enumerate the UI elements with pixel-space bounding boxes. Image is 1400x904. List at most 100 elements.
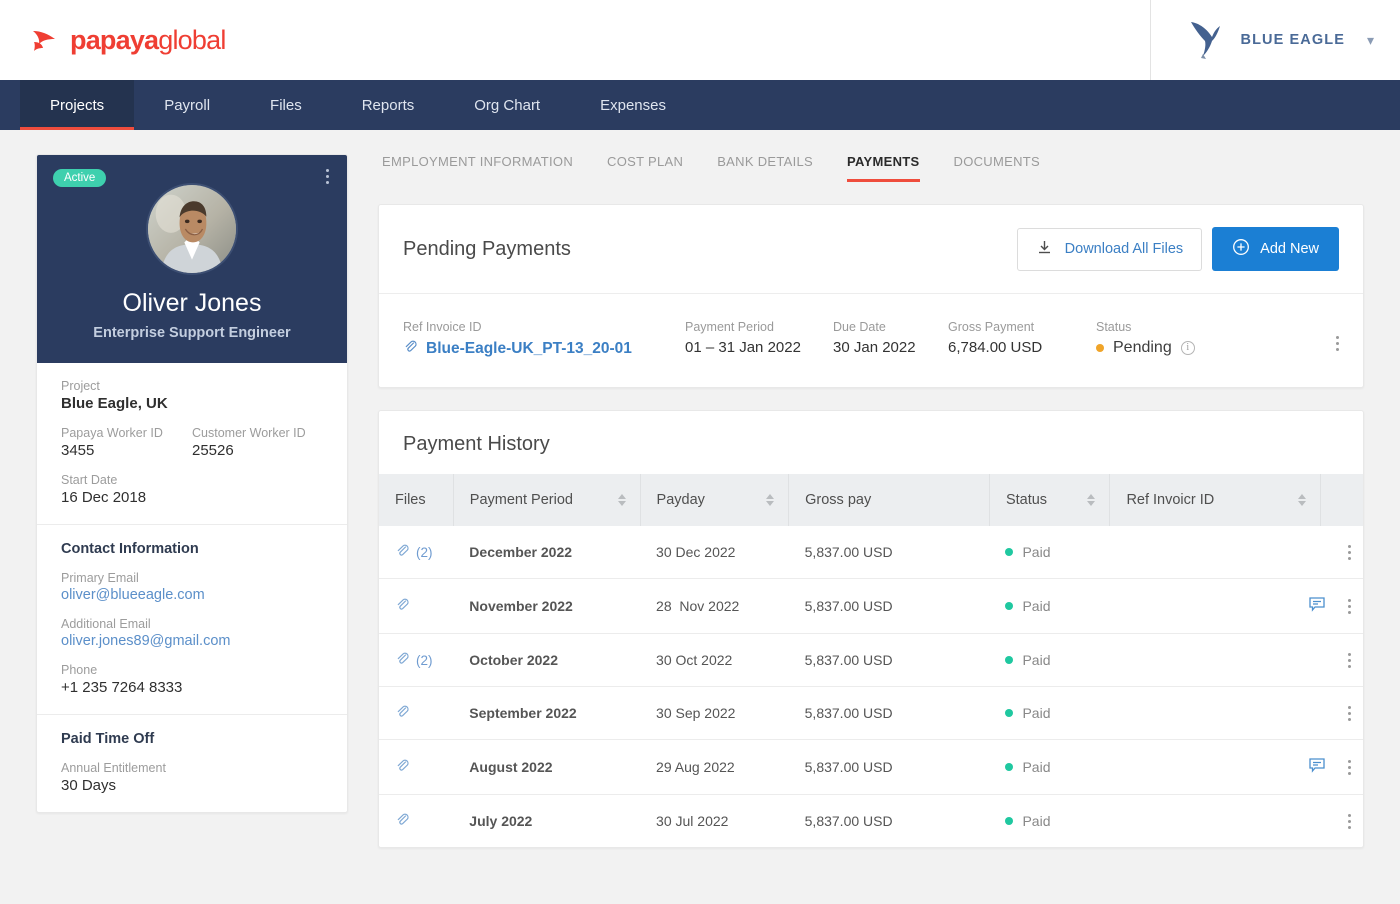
cell-status: Paid xyxy=(989,526,1110,579)
org-name: BLUE EAGLE xyxy=(1240,32,1345,48)
column-header-files-label: Files xyxy=(395,492,426,508)
cell-status: Paid xyxy=(989,795,1109,848)
comment-icon[interactable] xyxy=(1308,596,1326,616)
status-label: Paid xyxy=(1022,598,1051,614)
tab-employment-information[interactable]: EMPLOYMENT INFORMATION xyxy=(382,154,573,182)
main-content: EMPLOYMENT INFORMATION COST PLAN BANK DE… xyxy=(378,154,1364,848)
sort-icon-payday[interactable] xyxy=(766,494,775,506)
start-date-label: Start Date xyxy=(61,473,118,487)
cell-ref-invoice-id xyxy=(1109,526,1321,579)
tab-cost-plan[interactable]: COST PLAN xyxy=(607,154,683,182)
paperclip-icon[interactable] xyxy=(395,651,410,669)
nav-item-expenses[interactable]: Expenses xyxy=(570,80,696,130)
paperclip-icon[interactable] xyxy=(395,812,410,830)
employment-summary: Project Blue Eagle, UK Papaya Worker ID … xyxy=(37,363,347,525)
table-row[interactable]: August 2022 29 Aug 2022 5,837.00 USD Paid xyxy=(379,739,1363,795)
row-more-menu-icon[interactable] xyxy=(1348,652,1351,668)
sort-icon-payment-period[interactable] xyxy=(617,494,626,506)
cell-gross-pay: 5,837.00 USD xyxy=(788,633,990,687)
table-row[interactable]: July 2022 30 Jul 2022 5,837.00 USD Paid xyxy=(379,795,1363,848)
cell-payment-period: October 2022 xyxy=(453,633,641,687)
cell-gross-pay: 5,837.00 USD xyxy=(788,686,990,740)
table-row[interactable]: (2) December 2022 30 Dec 2022 5,837.00 USD P… xyxy=(379,526,1363,579)
paperclip-icon[interactable] xyxy=(395,758,410,776)
cell-files[interactable] xyxy=(379,739,454,795)
cell-files[interactable] xyxy=(379,686,454,740)
table-row[interactable]: September 2022 30 Sep 2022 5,837.00 USD Pai… xyxy=(379,686,1363,740)
annual-entitlement-value: 30 Days xyxy=(61,777,117,794)
cell-ref-invoice-id xyxy=(1109,686,1321,740)
cell-files[interactable] xyxy=(379,795,453,848)
cell-status: Paid xyxy=(989,686,1110,740)
status-dot-paid-icon xyxy=(1005,602,1014,610)
column-header-status[interactable]: Status xyxy=(989,474,1111,526)
paid-time-off-heading: Paid Time Off xyxy=(61,731,155,747)
chevron-down-icon[interactable]: ▾ xyxy=(1367,32,1374,49)
row-more-menu-icon[interactable] xyxy=(1348,544,1351,560)
primary-email-value[interactable]: oliver@blueeagle.com xyxy=(61,587,323,603)
pending-gross-payment-value: 6,784.00 USD xyxy=(948,339,1043,356)
nav-item-projects[interactable]: Projects xyxy=(20,80,135,130)
info-icon[interactable]: i xyxy=(1180,341,1195,355)
table-row[interactable]: November 2022 28 Nov 2022 5,837.00 USD Paid xyxy=(379,578,1363,634)
paperclip-icon[interactable] xyxy=(395,704,410,722)
nav-item-payroll[interactable]: Payroll xyxy=(134,80,240,130)
additional-email-value[interactable]: oliver.jones89@gmail.com xyxy=(61,633,323,649)
pending-ref-invoice-link[interactable]: Blue-Eagle-UK_PT-13_20-01 xyxy=(403,339,685,359)
tab-payments[interactable]: PAYMENTS xyxy=(847,154,920,182)
nav-item-files[interactable]: Files xyxy=(240,80,332,130)
status-label: Paid xyxy=(1022,652,1051,668)
column-header-gross-pay[interactable]: Gross pay xyxy=(788,474,990,526)
row-more-menu-icon[interactable] xyxy=(1348,705,1351,721)
nav-item-reports[interactable]: Reports xyxy=(332,80,445,130)
download-all-files-button[interactable]: Download All Files xyxy=(1016,227,1203,271)
pending-due-date-field: Due Date 30 Jan 2022 xyxy=(833,320,948,356)
cell-files[interactable]: (2) xyxy=(379,526,454,579)
table-row[interactable]: (2) October 2022 30 Oct 2022 5,837.00 USD Pa… xyxy=(379,633,1363,687)
brand-logo[interactable]: papayaglobal xyxy=(0,25,226,56)
pending-row-more-menu-icon[interactable] xyxy=(1336,320,1339,351)
cell-actions xyxy=(1321,795,1363,848)
column-header-files[interactable]: Files xyxy=(379,474,454,526)
org-switcher[interactable]: BLUE EAGLE ▾ xyxy=(1149,0,1400,80)
nav-item-org-chart[interactable]: Org Chart xyxy=(444,80,570,130)
add-new-button[interactable]: Add New xyxy=(1212,227,1339,271)
status-label: Paid xyxy=(1022,544,1051,560)
column-header-payment-period[interactable]: Payment Period xyxy=(453,474,641,526)
payment-history-title: Payment History xyxy=(403,433,550,455)
top-bar: papayaglobal BLUE EAGLE ▾ xyxy=(0,0,1400,80)
row-more-menu-icon[interactable] xyxy=(1348,759,1351,775)
row-more-menu-icon[interactable] xyxy=(1348,598,1351,614)
paperclip-icon[interactable] xyxy=(395,597,410,615)
payment-history-header: Payment History xyxy=(379,411,1363,474)
brand-name: papayaglobal xyxy=(70,24,226,55)
payment-history-table: Files Payment Period Payday Gross pay St… xyxy=(379,474,1363,847)
sort-icon-ref-invoice-id[interactable] xyxy=(1298,494,1307,506)
cell-actions xyxy=(1320,686,1363,740)
profile-more-menu-icon[interactable] xyxy=(326,169,329,184)
column-header-payday[interactable]: Payday xyxy=(640,474,790,526)
tab-documents[interactable]: DOCUMENTS xyxy=(954,154,1040,182)
paperclip-icon[interactable] xyxy=(395,543,410,561)
cell-gross-pay: 5,837.00 USD xyxy=(788,526,990,579)
comment-icon[interactable] xyxy=(1308,757,1326,777)
project-field: Project Blue Eagle, UK xyxy=(61,379,323,412)
customer-worker-id-label: Customer Worker ID xyxy=(192,426,306,440)
cell-gross-pay: 5,837.00 USD xyxy=(788,739,990,795)
annual-entitlement-label: Annual Entitlement xyxy=(61,761,166,775)
cell-files[interactable] xyxy=(379,578,454,634)
column-header-ref-invoice-id-label: Ref Invoicr ID xyxy=(1126,492,1215,508)
phone-label: Phone xyxy=(61,663,98,677)
pending-ref-invoice-value: Blue-Eagle-UK_PT-13_20-01 xyxy=(426,340,632,357)
cell-actions xyxy=(1320,526,1363,579)
cell-ref-invoice-id xyxy=(1109,739,1321,795)
status-label: Paid xyxy=(1022,705,1051,721)
sort-icon-status[interactable] xyxy=(1087,494,1096,506)
row-more-menu-icon[interactable] xyxy=(1348,813,1351,829)
column-header-ref-invoice-id[interactable]: Ref Invoicr ID xyxy=(1109,474,1322,526)
cell-files[interactable]: (2) xyxy=(379,633,454,687)
profile-hero: Active Oliver Jones Enterprise Support E… xyxy=(37,155,347,363)
tab-bank-details[interactable]: BANK DETAILS xyxy=(717,154,813,182)
page-title: Oliver Jones xyxy=(122,289,262,317)
files-count: (2) xyxy=(416,544,433,560)
